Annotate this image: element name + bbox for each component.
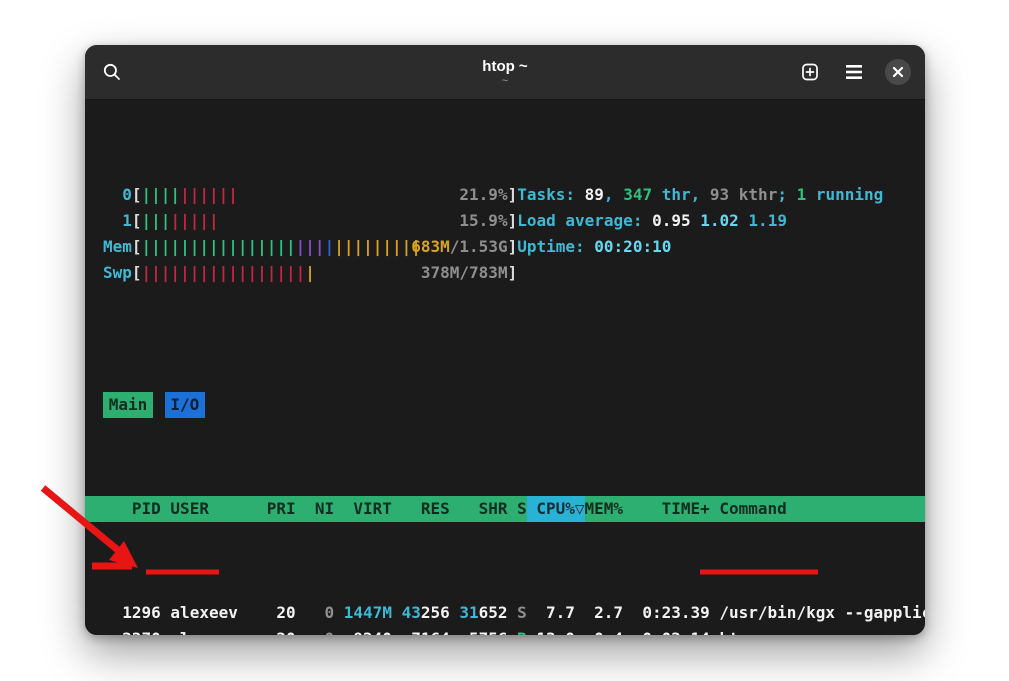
meter-cpu1: 1[||||||||15.9%] [103,208,517,234]
process-table-header: PID USERPRI NI VIRT RES SHR S CPU%▽MEM% TIME+ Co… [85,496,925,522]
header-user[interactable]: USER [170,496,266,522]
cell-cmd: /usr/bin/kgx --gapplicat [719,600,925,626]
meter-mem: Mem[|||||||||||||||||||||||||||||683M/1.… [103,234,517,260]
header-state[interactable]: S [517,496,527,522]
meter-swp: Swp[||||||||||||||||||378M/783M] [103,260,517,286]
process-row[interactable]: 1296 alexeev20 0 1447M 43256 31652 S 7.7 2.7 0:23… [85,600,925,626]
system-stats: Tasks: 89, 347 thr, 93 kthr; 1 runningLo… [517,182,883,286]
cell-user: alexeev [170,600,266,626]
cell-cmd: htop [719,626,925,635]
header-time[interactable]: TIME+ [633,496,710,522]
cell-virt: 9240 [344,626,392,635]
tab-io[interactable]: I/O [165,392,205,418]
cell-pri: 20 [267,626,296,635]
new-tab-icon[interactable] [797,59,823,85]
cell-shr: 31652 [459,600,507,626]
header-command[interactable]: Command [719,496,925,522]
tab-main[interactable]: Main [103,392,153,418]
cell-pri: 20 [267,600,296,626]
meter-cpu0: 0[||||||||||21.9%] [103,182,517,208]
load-average-line: Load average: 0.95 1.02 1.19 [517,208,883,234]
cpu-memory-meters: 0[||||||||||21.9%]1[||||||||15.9%]Mem[||… [85,182,517,286]
uptime-line: Uptime: 00:20:10 [517,234,883,260]
cell-cpu: 7.7 [536,600,575,626]
header-mem[interactable]: MEM% [585,496,624,522]
cell-pid: 2270 [103,626,161,635]
cell-time: 0:23.39 [633,600,710,626]
cell-res: 7164 [402,626,450,635]
console-window: htop ~ ~ [85,45,925,635]
header-cpu-sorted[interactable]: CPU%▽ [527,496,585,522]
header-pri[interactable]: PRI [267,496,296,522]
cell-pid: 1296 [103,600,161,626]
htop-terminal: 0[||||||||||21.9%]1[||||||||15.9%]Mem[||… [85,100,925,635]
header-ni[interactable]: NI [305,496,334,522]
header-virt[interactable]: VIRT [344,496,392,522]
cell-mem: 2.7 [585,600,624,626]
cell-user: alexeev [170,626,266,635]
cell-res: 43256 [402,600,450,626]
titlebar: htop ~ ~ [85,45,925,100]
cell-time: 0:02.14 [633,626,710,635]
cell-cpu: 13.0 [536,626,575,635]
header-shr[interactable]: SHR [459,496,507,522]
window-subtitle: ~ [502,77,508,86]
screen-tabs: Main I/O [85,392,925,418]
menu-icon[interactable] [841,59,867,85]
process-rows: 1296 alexeev20 0 1447M 43256 31652 S 7.7 2.7 0:23… [85,600,925,635]
window-title: htop ~ [482,58,527,75]
header-res[interactable]: RES [402,496,450,522]
cell-mem: 0.4 [585,626,624,635]
cell-ni: 0 [305,600,334,626]
cell-shr: 5756 [459,626,507,635]
sort-descending-icon: ▽ [575,496,585,522]
process-row[interactable]: 2270 alexeev20 0 9240 7164 5756 R 13.0 0.4 0:02.1… [85,626,925,635]
cell-s: S [517,600,527,626]
cell-ni: 0 [305,626,334,635]
cell-virt: 1447M [344,600,392,626]
close-icon[interactable] [885,59,911,85]
cell-s: R [517,626,527,635]
search-icon[interactable] [99,59,125,85]
tasks-line: Tasks: 89, 347 thr, 93 kthr; 1 running [517,182,883,208]
header-pid[interactable]: PID [103,496,161,522]
